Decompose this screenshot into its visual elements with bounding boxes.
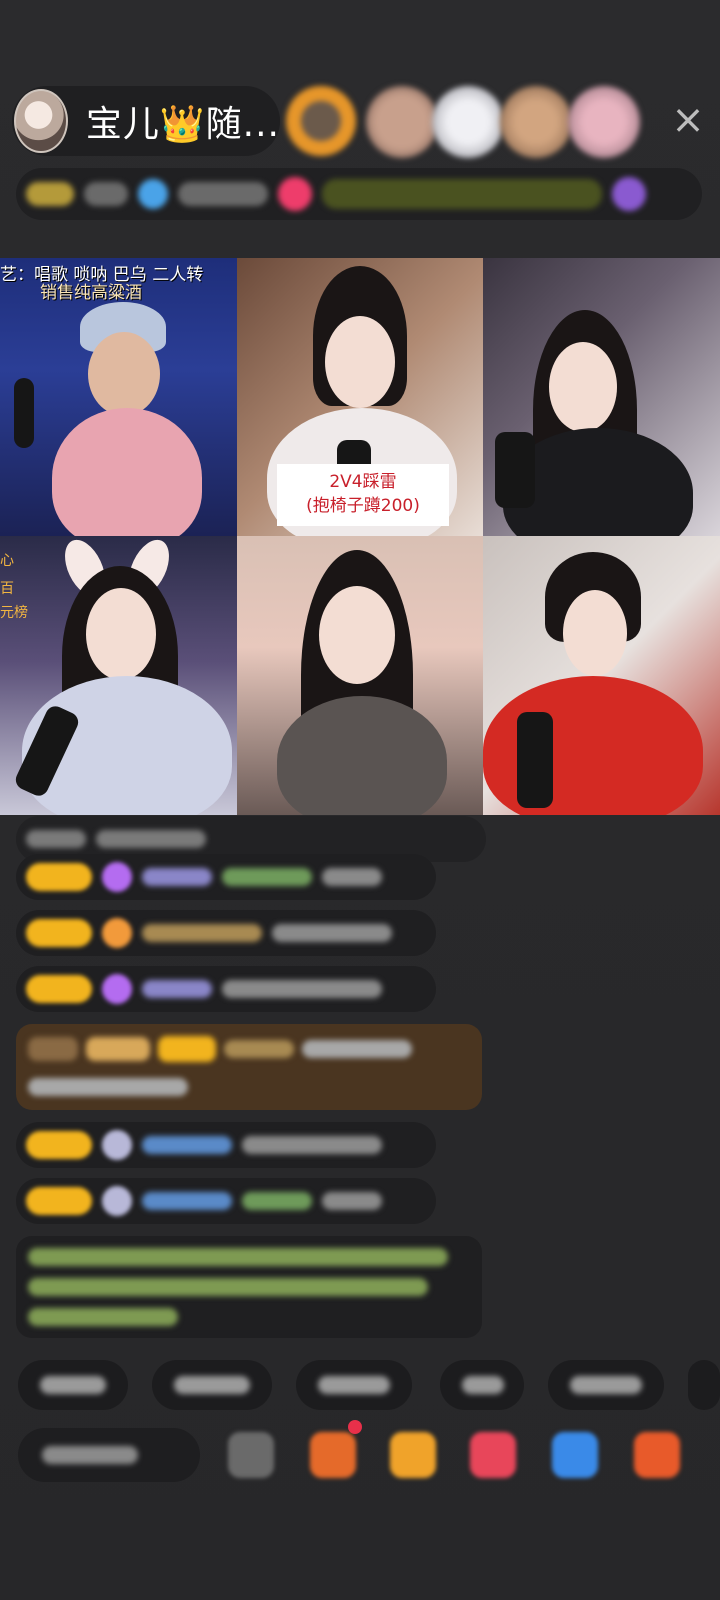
guest-video-4[interactable]: 心 百 元榜 <box>0 536 237 815</box>
guest-video-3[interactable] <box>483 258 720 536</box>
user-level-badge <box>26 919 92 947</box>
close-icon[interactable]: × <box>668 100 708 140</box>
rank-tag: 心 <box>0 553 14 569</box>
level-badge-icon <box>26 182 74 206</box>
guest-video-2[interactable]: 2V4踩雷 (抱椅子蹲200) <box>237 258 483 536</box>
viewer-avatar-3[interactable] <box>432 86 504 158</box>
multi-guest-video-grid: 艺：唱歌 唢呐 巴乌 二人转 销售纯高粱酒 2V4踩雷 (抱椅子蹲200) 心 … <box>0 258 720 815</box>
rank-tag: 元榜 <box>0 605 28 621</box>
sign-line-1: 2V4踩雷 <box>329 472 397 492</box>
shopping-icon[interactable] <box>310 1432 356 1478</box>
guest-video-1[interactable]: 艺：唱歌 唢呐 巴乌 二人转 销售纯高粱酒 <box>0 258 237 536</box>
highlight-message <box>16 1024 482 1110</box>
viewer-avatar-4[interactable] <box>500 86 572 158</box>
heart-gift-icon[interactable] <box>470 1432 516 1478</box>
comment-input[interactable] <box>18 1428 200 1482</box>
chat-message <box>16 966 436 1012</box>
host-name: 宝儿👑随... <box>85 104 280 145</box>
heart-icon <box>278 177 312 211</box>
avatar-icon <box>102 1130 132 1160</box>
info-text <box>84 182 128 206</box>
rank-tag: 百 <box>0 581 14 597</box>
game-icon[interactable] <box>552 1432 598 1478</box>
guest-tagline-2: 销售纯高粱酒 <box>40 283 142 303</box>
emoji-icon[interactable] <box>228 1432 274 1478</box>
live-room-screen: 宝儿👑随... × 艺：唱歌 唢呐 巴乌 二人转 销售纯高粱酒 2V4踩雷 (抱… <box>0 0 720 1600</box>
gift-icon <box>612 177 646 211</box>
sign-line-2: (抱椅子蹲200) <box>306 496 420 516</box>
quick-reply-chip[interactable] <box>440 1360 524 1410</box>
more-gift-icon[interactable] <box>634 1432 680 1478</box>
chat-message <box>16 1178 436 1224</box>
host-info-pill[interactable]: 宝儿👑随... <box>12 86 280 156</box>
chat-message <box>16 854 436 900</box>
system-notice <box>16 1236 482 1338</box>
quick-reply-chip[interactable] <box>296 1360 412 1410</box>
user-level-badge <box>26 863 92 891</box>
notice-text <box>322 179 602 209</box>
quick-reply-chip[interactable] <box>152 1360 272 1410</box>
viewer-avatar-2[interactable] <box>366 86 438 158</box>
quick-reply-chip[interactable] <box>688 1360 720 1410</box>
chat-message <box>16 1122 436 1168</box>
avatar-icon <box>102 1186 132 1216</box>
notification-dot <box>348 1420 362 1434</box>
user-level-badge <box>26 1131 92 1159</box>
quick-reply-chip[interactable] <box>18 1360 128 1410</box>
guest-sign: 2V4踩雷 (抱椅子蹲200) <box>277 464 449 526</box>
user-level-badge <box>26 1187 92 1215</box>
guest-video-5[interactable] <box>237 536 483 815</box>
room-info-bar[interactable] <box>16 168 702 220</box>
info-text <box>178 182 268 206</box>
guest-video-6[interactable] <box>483 536 720 815</box>
gift-box-icon[interactable] <box>390 1432 436 1478</box>
gem-icon <box>102 974 132 1004</box>
host-avatar[interactable] <box>14 89 68 153</box>
flower-icon <box>102 918 132 948</box>
rank-icon <box>138 179 168 209</box>
viewer-avatar-5[interactable] <box>568 86 640 158</box>
gem-icon <box>102 862 132 892</box>
viewer-avatar-1[interactable] <box>286 86 356 156</box>
user-level-badge <box>26 975 92 1003</box>
chat-message <box>16 910 436 956</box>
quick-reply-chip[interactable] <box>548 1360 664 1410</box>
